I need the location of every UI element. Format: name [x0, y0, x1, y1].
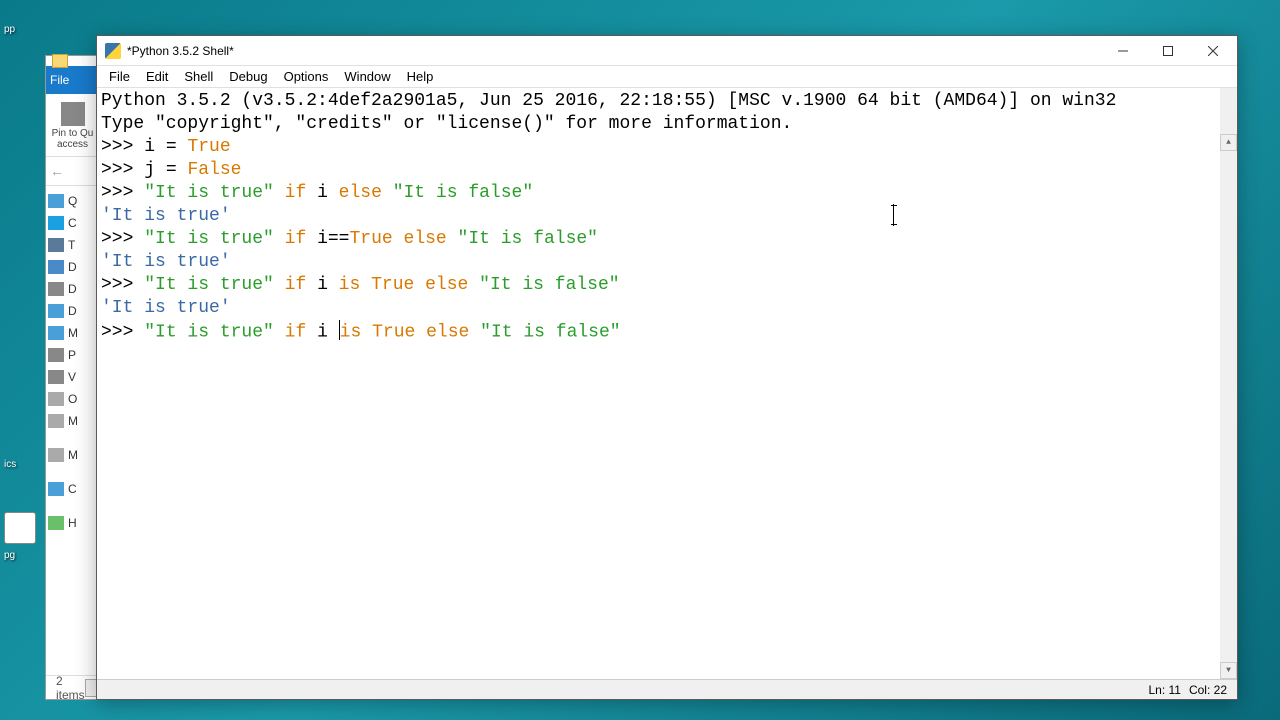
sidebar-item[interactable]: M: [46, 322, 99, 344]
downloads-icon: [48, 304, 64, 318]
explorer-nav[interactable]: ←: [46, 156, 99, 186]
minimize-icon: [1118, 46, 1128, 56]
column-indicator: Col: 22: [1189, 683, 1227, 697]
drive-icon: [48, 414, 64, 428]
menu-help[interactable]: Help: [399, 67, 442, 86]
sidebar-item[interactable]: O: [46, 388, 99, 410]
sidebar-item[interactable]: C: [46, 478, 99, 500]
desktop-icon: [48, 260, 64, 274]
desktop-background: pp ics pg: [0, 0, 45, 720]
maximize-icon: [1163, 46, 1173, 56]
explorer-sidebar: Q C T D D D M P V O M M C H: [46, 186, 99, 534]
homegroup-icon: [48, 516, 64, 530]
pictures-icon: [48, 348, 64, 362]
sidebar-item[interactable]: P: [46, 344, 99, 366]
python-idle-window: *Python 3.5.2 Shell* File Edit Shell Deb…: [96, 35, 1238, 700]
drive-icon: [48, 448, 64, 462]
console-text-area[interactable]: Python 3.5.2 (v3.5.2:4def2a2901a5, Jun 2…: [97, 88, 1237, 679]
text-insertion-caret: [893, 204, 894, 226]
scrollbar[interactable]: ▲ ▼: [1220, 88, 1237, 679]
desktop-icon-label[interactable]: ics: [0, 457, 45, 472]
menubar: File Edit Shell Debug Options Window Hel…: [97, 66, 1237, 88]
sidebar-item[interactable]: D: [46, 278, 99, 300]
documents-icon: [48, 282, 64, 296]
scroll-down-arrow[interactable]: ▼: [1220, 662, 1237, 679]
star-icon: [48, 194, 64, 208]
statusbar: Ln: 11 Col: 22: [97, 679, 1237, 699]
menu-debug[interactable]: Debug: [221, 67, 275, 86]
explorer-statusbar: 2 items: [46, 675, 99, 699]
maximize-button[interactable]: [1145, 37, 1190, 65]
sidebar-item[interactable]: D: [46, 256, 99, 278]
explorer-window-partial: File Pin to Qu access ← Q C T D D D M P …: [45, 55, 100, 700]
menu-shell[interactable]: Shell: [176, 67, 221, 86]
explorer-quick-access[interactable]: Pin to Qu access: [46, 94, 99, 156]
python-icon: [105, 43, 121, 59]
menu-window[interactable]: Window: [336, 67, 398, 86]
pc-icon: [48, 238, 64, 252]
scroll-up-arrow[interactable]: ▲: [1220, 134, 1237, 151]
sidebar-item[interactable]: V: [46, 366, 99, 388]
minimize-button[interactable]: [1100, 37, 1145, 65]
desktop-icon[interactable]: [4, 512, 36, 544]
folder-icon: [52, 54, 68, 68]
sidebar-item[interactable]: H: [46, 512, 99, 534]
desktop-icon-label[interactable]: pp: [0, 22, 45, 37]
menu-file[interactable]: File: [101, 67, 138, 86]
music-icon: [48, 326, 64, 340]
sidebar-item[interactable]: D: [46, 300, 99, 322]
line-indicator: Ln: 11: [1148, 683, 1180, 697]
sidebar-item[interactable]: T: [46, 234, 99, 256]
close-button[interactable]: [1190, 37, 1235, 65]
desktop-icon-label[interactable]: pg: [0, 548, 45, 563]
drive-icon: [48, 392, 64, 406]
sidebar-item[interactable]: M: [46, 444, 99, 466]
sidebar-item[interactable]: C: [46, 212, 99, 234]
onedrive-icon: [48, 216, 64, 230]
titlebar[interactable]: *Python 3.5.2 Shell*: [97, 36, 1237, 66]
menu-options[interactable]: Options: [276, 67, 337, 86]
window-title: *Python 3.5.2 Shell*: [127, 44, 1100, 58]
menu-edit[interactable]: Edit: [138, 67, 176, 86]
network-icon: [48, 482, 64, 496]
sidebar-item[interactable]: M: [46, 410, 99, 432]
close-icon: [1208, 46, 1218, 56]
sidebar-item[interactable]: Q: [46, 190, 99, 212]
explorer-file-tab[interactable]: File: [46, 66, 99, 94]
pin-icon: [61, 102, 85, 126]
videos-icon: [48, 370, 64, 384]
